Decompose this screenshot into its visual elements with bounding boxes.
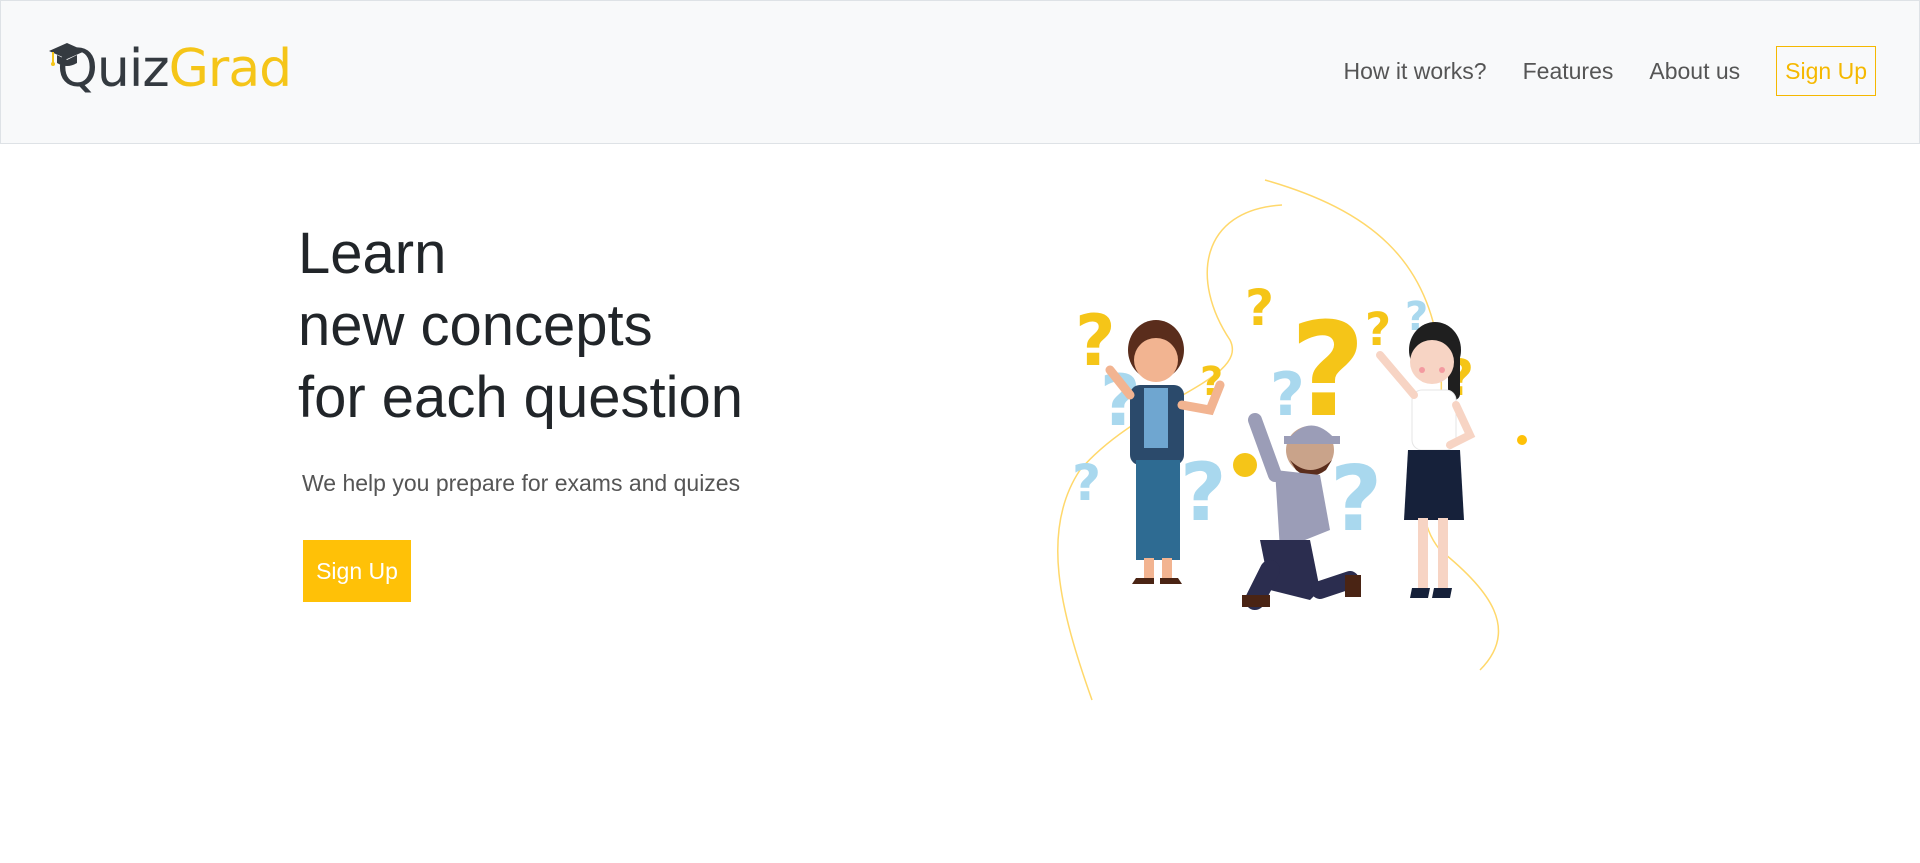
- nav-link-about-us[interactable]: About us: [1649, 46, 1740, 96]
- hero-title: Learn new concepts for each question: [298, 218, 743, 434]
- nav-link-how-it-works[interactable]: How it works?: [1343, 46, 1486, 96]
- people-with-question-marks-illustration: ? ? ? ? ? ? ? ? ? ? ? ? ?: [1057, 179, 1527, 701]
- svg-text:?: ?: [1072, 454, 1101, 512]
- nav-signup-button[interactable]: Sign Up: [1776, 46, 1876, 96]
- svg-text:?: ?: [1330, 447, 1382, 552]
- nav-links: How it works? Features About us Sign Up: [1343, 46, 1876, 96]
- hero-title-line-3: for each question: [298, 365, 743, 430]
- svg-text:?: ?: [1180, 446, 1226, 539]
- hero-signup-button[interactable]: Sign Up: [303, 540, 411, 602]
- brand-name-grad: Grad: [168, 39, 293, 99]
- svg-text:?: ?: [1245, 279, 1274, 337]
- graduation-cap-icon: [49, 43, 85, 66]
- svg-text:?: ?: [1365, 303, 1391, 356]
- svg-text:?: ?: [1290, 294, 1365, 446]
- brand-logo[interactable]: QuizGrad: [45, 39, 293, 99]
- navbar: QuizGrad How it works? Features About us…: [0, 0, 1920, 144]
- nav-link-features[interactable]: Features: [1523, 46, 1614, 96]
- hero-title-line-1: Learn: [298, 221, 447, 286]
- hero-subtitle: We help you prepare for exams and quizes: [302, 470, 741, 496]
- hero-title-line-2: new concepts: [298, 293, 653, 358]
